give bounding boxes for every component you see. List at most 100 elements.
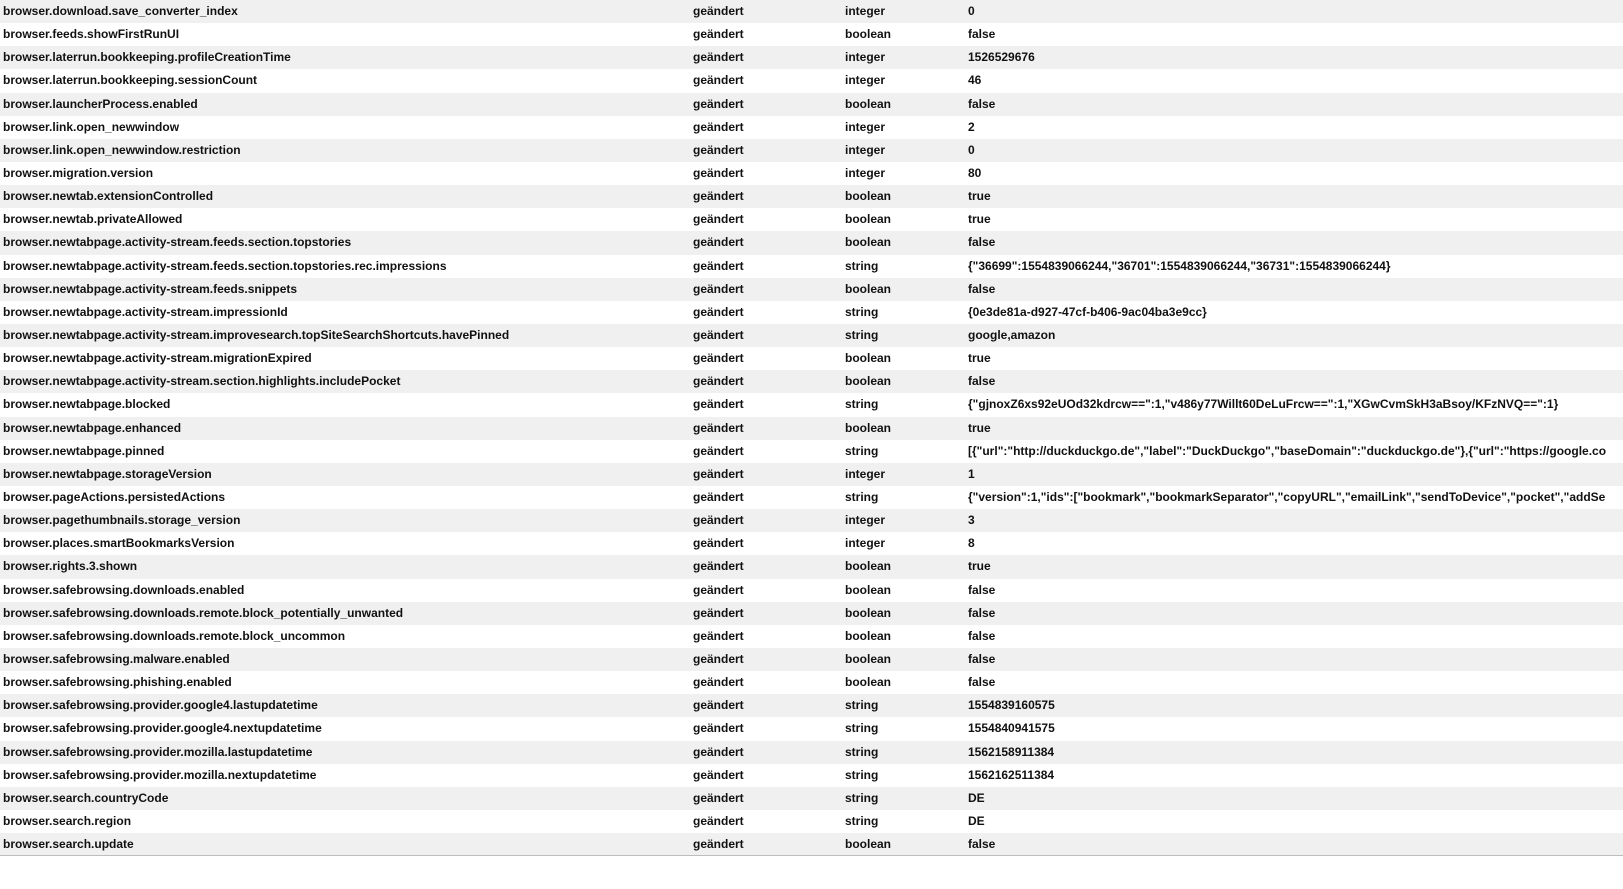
- table-row[interactable]: browser.link.open_newwindow geändert int…: [0, 115, 1623, 139]
- table-row[interactable]: browser.newtabpage.enhanced geändert boo…: [0, 416, 1623, 440]
- table-row[interactable]: browser.newtabpage.activity-stream.feeds…: [0, 277, 1623, 301]
- preference-status: geändert: [693, 4, 744, 18]
- preference-status: geändert: [693, 327, 744, 342]
- preference-value: 3: [968, 513, 975, 528]
- preference-type: boolean: [845, 351, 892, 366]
- table-row[interactable]: browser.pageActions.persistedActions geä…: [0, 485, 1623, 510]
- table-row[interactable]: browser.safebrowsing.downloads.enabled g…: [0, 578, 1623, 602]
- table-row[interactable]: browser.newtabpage.activity-stream.secti…: [0, 370, 1623, 394]
- table-row[interactable]: browser.safebrowsing.provider.mozilla.la…: [0, 740, 1623, 764]
- preference-name: browser.search.region: [3, 813, 132, 828]
- table-row[interactable]: browser.search.region geändert string DE: [0, 809, 1623, 834]
- preference-value: 1526529676: [968, 50, 1035, 65]
- preference-type: boolean: [845, 675, 892, 690]
- preference-status: geändert: [693, 73, 744, 88]
- table-row[interactable]: browser.laterrun.bookkeeping.profileCrea…: [0, 46, 1623, 70]
- table-row[interactable]: browser.migration.version geändert integ…: [0, 161, 1623, 186]
- preference-status: geändert: [693, 165, 744, 180]
- preference-status: geändert: [693, 212, 744, 227]
- preference-name: browser.newtabpage.activity-stream.impre…: [3, 304, 288, 319]
- preference-status: geändert: [693, 605, 744, 620]
- table-row[interactable]: browser.link.open_newwindow.restriction …: [0, 138, 1623, 162]
- table-row[interactable]: browser.newtabpage.activity-stream.feeds…: [0, 254, 1623, 278]
- preference-type: boolean: [845, 235, 892, 250]
- preference-type: integer: [845, 142, 886, 157]
- preference-status: geändert: [693, 420, 744, 435]
- preference-value: false: [968, 628, 996, 643]
- table-row[interactable]: browser.places.smartBookmarksVersion geä…: [0, 532, 1623, 556]
- preference-name: browser.safebrowsing.provider.mozilla.la…: [3, 744, 313, 759]
- preference-status: geändert: [693, 489, 744, 504]
- table-row[interactable]: browser.search.countryCode geändert stri…: [0, 786, 1623, 810]
- preference-type: string: [845, 721, 879, 736]
- preference-name: browser.rights.3.shown: [3, 559, 138, 574]
- preference-status: geändert: [693, 744, 744, 759]
- preference-type: boolean: [845, 27, 892, 42]
- preference-name: browser.migration.version: [3, 165, 154, 180]
- preference-name: browser.newtab.extensionControlled: [3, 189, 214, 204]
- table-row[interactable]: browser.safebrowsing.provider.google4.la…: [0, 694, 1623, 718]
- preference-name: browser.launcherProcess.enabled: [3, 96, 198, 111]
- preference-status: geändert: [693, 142, 744, 157]
- preference-name: browser.link.open_newwindow: [3, 119, 180, 134]
- table-row[interactable]: browser.safebrowsing.downloads.remote.bl…: [0, 624, 1623, 648]
- table-row[interactable]: browser.safebrowsing.downloads.remote.bl…: [0, 601, 1623, 625]
- preference-type: integer: [845, 50, 886, 65]
- preference-value: 1562158911384: [968, 744, 1055, 759]
- preference-type: string: [845, 327, 879, 342]
- table-row[interactable]: browser.newtab.extensionControlled geänd…: [0, 185, 1623, 209]
- preference-type: string: [845, 304, 879, 319]
- table-row[interactable]: browser.newtabpage.activity-stream.migra…: [0, 347, 1623, 371]
- table-row[interactable]: browser.newtabpage.pinned geändert strin…: [0, 439, 1623, 463]
- preference-value: false: [968, 235, 996, 250]
- preference-name: browser.feeds.showFirstRunUI: [3, 27, 180, 42]
- preference-name: browser.newtabpage.pinned: [3, 443, 165, 458]
- preference-status: geändert: [693, 443, 744, 458]
- preference-status: geändert: [693, 767, 744, 782]
- preference-value: 1554839160575: [968, 698, 1055, 713]
- table-row[interactable]: browser.newtabpage.activity-stream.impre…: [0, 300, 1623, 324]
- preference-name: browser.link.open_newwindow.restriction: [3, 142, 241, 157]
- preference-type: boolean: [845, 559, 892, 574]
- table-row[interactable]: browser.newtabpage.storageVersion geände…: [0, 462, 1623, 486]
- preferences-table: browser.download.save_converter_index ge…: [0, 0, 1623, 889]
- table-row[interactable]: browser.newtabpage.activity-stream.impro…: [0, 323, 1623, 348]
- table-row[interactable]: browser.rights.3.shown geändert boolean …: [0, 555, 1623, 579]
- table-row[interactable]: browser.download.save_converter_index ge…: [0, 0, 1623, 24]
- preference-value: true: [968, 189, 991, 204]
- preference-type: string: [845, 698, 879, 713]
- preference-value: {"gjnoxZ6xs92eUOd32kdrcw==":1,"v486y77Wi…: [968, 397, 1559, 412]
- preference-name: browser.safebrowsing.provider.google4.ne…: [3, 721, 322, 736]
- preference-status: geändert: [693, 651, 744, 666]
- preference-value: DE: [968, 813, 985, 828]
- preference-value: true: [968, 420, 991, 435]
- preference-name: browser.newtabpage.blocked: [3, 397, 171, 412]
- table-row[interactable]: browser.newtabpage.activity-stream.feeds…: [0, 231, 1623, 255]
- preference-status: geändert: [693, 281, 744, 296]
- preference-type: integer: [845, 165, 886, 180]
- preference-value: 1554840941575: [968, 721, 1055, 736]
- preference-type: string: [845, 767, 879, 782]
- table-row[interactable]: browser.search.update geändert boolean f…: [0, 833, 1623, 857]
- preference-type: integer: [845, 513, 886, 528]
- table-row[interactable]: browser.pagethumbnails.storage_version g…: [0, 509, 1623, 533]
- preference-type: boolean: [845, 96, 892, 111]
- preference-name: browser.safebrowsing.downloads.remote.bl…: [3, 605, 404, 620]
- table-row[interactable]: browser.safebrowsing.provider.mozilla.ne…: [0, 763, 1623, 787]
- table-row[interactable]: browser.feeds.showFirstRunUI geändert bo…: [0, 23, 1623, 47]
- preference-type: string: [845, 489, 879, 504]
- table-row[interactable]: browser.newtab.privateAllowed geändert b…: [0, 208, 1623, 232]
- table-row[interactable]: browser.safebrowsing.provider.google4.ne…: [0, 717, 1623, 741]
- preference-value: true: [968, 212, 991, 227]
- preference-value: false: [968, 837, 996, 852]
- preference-value: [{"url":"http://duckduckgo.de","label":"…: [968, 443, 1607, 458]
- preference-type: string: [845, 443, 879, 458]
- table-row[interactable]: browser.newtabpage.blocked geändert stri…: [0, 393, 1623, 417]
- table-row[interactable]: browser.laterrun.bookkeeping.sessionCoun…: [0, 69, 1623, 93]
- preference-value: true: [968, 559, 991, 574]
- table-row[interactable]: browser.safebrowsing.phishing.enabled ge…: [0, 671, 1623, 695]
- table-row[interactable]: browser.safebrowsing.malware.enabled geä…: [0, 647, 1623, 672]
- preference-value: 46: [968, 73, 982, 88]
- table-row[interactable]: browser.launcherProcess.enabled geändert…: [0, 92, 1623, 116]
- preference-name: browser.places.smartBookmarksVersion: [3, 536, 235, 551]
